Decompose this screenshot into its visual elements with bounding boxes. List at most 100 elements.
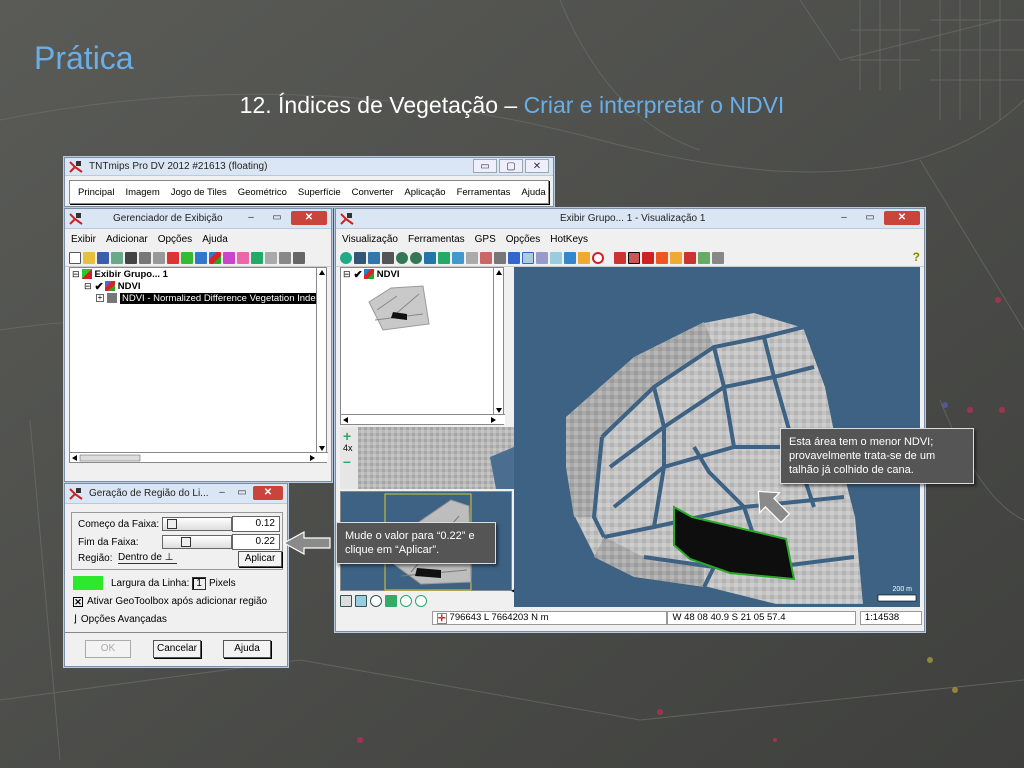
add-rgb-icon[interactable] xyxy=(209,251,221,264)
print-icon[interactable] xyxy=(139,251,151,264)
zoom-box-icon[interactable] xyxy=(424,251,436,264)
magnify-icon[interactable] xyxy=(370,595,382,607)
visible-check-icon[interactable]: ✔ xyxy=(354,268,363,281)
zoom-in-icon[interactable] xyxy=(396,251,408,264)
menu-aplicacao[interactable]: Aplicação xyxy=(404,187,445,198)
close-button[interactable]: ✕ xyxy=(525,159,549,173)
zoom-next-icon[interactable] xyxy=(415,595,427,607)
layer-controls-icon[interactable] xyxy=(111,251,123,264)
edit-icon[interactable] xyxy=(670,251,682,264)
region-select[interactable]: Dentro de ⊥ xyxy=(118,552,178,564)
collapse-icon[interactable]: ⊟ xyxy=(72,269,80,280)
line-color-swatch[interactable] xyxy=(73,576,103,590)
end-range-value[interactable]: 0.22 xyxy=(232,534,280,550)
menu-opcoes[interactable]: Opções xyxy=(158,234,192,245)
collapse-icon[interactable]: ⊟ xyxy=(84,281,92,292)
attribute-icon[interactable] xyxy=(656,251,668,264)
add-cad-icon[interactable] xyxy=(195,251,207,264)
minimize-button[interactable]: – xyxy=(239,211,263,225)
apply-button[interactable]: Aplicar xyxy=(238,551,282,567)
zoom-in-plus-icon[interactable]: + xyxy=(343,428,351,444)
open-folder-icon[interactable] xyxy=(83,251,95,264)
tree-vertical-scrollbar[interactable] xyxy=(316,268,326,452)
help-button[interactable]: Ajuda xyxy=(223,640,271,658)
maximize-button[interactable]: ▭ xyxy=(233,486,251,500)
delete-icon[interactable] xyxy=(125,251,137,264)
add-text-icon[interactable] xyxy=(265,251,277,264)
menu-adicionar[interactable]: Adicionar xyxy=(106,234,148,245)
menu-converter[interactable]: Converter xyxy=(352,187,394,198)
menu-opcoes[interactable]: Opções xyxy=(506,234,540,245)
geotoolbox-checkbox[interactable]: ✕ xyxy=(73,596,83,607)
maximize-button[interactable]: ▢ xyxy=(499,159,523,173)
zoom-to-icon[interactable] xyxy=(382,251,394,264)
zoom-out-icon[interactable] xyxy=(410,251,422,264)
close-button[interactable]: ✕ xyxy=(253,486,283,500)
new-icon[interactable] xyxy=(69,251,81,264)
map-grid-icon[interactable] xyxy=(385,595,397,607)
line-width-input[interactable]: 1 xyxy=(192,576,206,590)
layers-icon[interactable] xyxy=(452,251,464,264)
cancel-button[interactable]: Cancelar xyxy=(153,640,201,658)
stop-icon[interactable] xyxy=(592,251,604,264)
legend-horizontal-scrollbar[interactable] xyxy=(341,414,505,424)
slider-knob[interactable] xyxy=(167,519,177,529)
menu-imagem[interactable]: Imagem xyxy=(125,187,159,198)
maximize-button[interactable]: ▭ xyxy=(265,211,289,225)
menu-jogo-de-tiles[interactable]: Jogo de Tiles xyxy=(171,187,227,198)
menu-gps[interactable]: GPS xyxy=(475,234,496,245)
tree-row-sublayer[interactable]: + NDVI - Normalized Difference Vegetatio… xyxy=(70,292,326,304)
menu-geometrico[interactable]: Geométrico xyxy=(238,187,287,198)
menu-ajuda[interactable]: Ajuda xyxy=(521,187,545,198)
redraw-icon[interactable] xyxy=(340,251,352,264)
legend-vertical-scrollbar[interactable] xyxy=(493,268,503,414)
gps-icon[interactable] xyxy=(508,251,520,264)
add-raster-icon[interactable] xyxy=(167,251,179,264)
add-table-icon[interactable] xyxy=(279,251,291,264)
sketch-icon[interactable] xyxy=(536,251,548,264)
settings-icon[interactable] xyxy=(712,251,724,264)
geotoolbox-icon[interactable] xyxy=(698,251,710,264)
display-manager-titlebar[interactable]: Gerenciador de Exibição – ▭ ✕ xyxy=(65,209,331,229)
start-range-value[interactable]: 0.12 xyxy=(232,516,280,532)
ok-button[interactable]: OK xyxy=(85,640,131,658)
measure-icon[interactable] xyxy=(466,251,478,264)
menu-hotkeys[interactable]: HotKeys xyxy=(550,234,588,245)
close-button[interactable]: ✕ xyxy=(291,211,327,225)
advanced-toggle-icon[interactable]: ⌋ xyxy=(73,614,77,625)
camera-icon[interactable] xyxy=(494,251,506,264)
arrow-right-icon[interactable] xyxy=(578,251,590,264)
select-icon[interactable] xyxy=(480,251,492,264)
zoom-out-minus-icon[interactable]: – xyxy=(343,453,351,469)
add-tin-icon[interactable] xyxy=(223,251,235,264)
help-icon[interactable]: ? xyxy=(913,250,920,264)
draw-icon[interactable] xyxy=(684,251,696,264)
expand-icon[interactable]: + xyxy=(96,294,104,302)
crosshair-icon[interactable]: ✛ xyxy=(437,612,447,624)
menu-ajuda[interactable]: Ajuda xyxy=(202,234,228,245)
menu-principal[interactable]: Principal xyxy=(78,187,114,198)
add-shape-icon[interactable] xyxy=(237,251,249,264)
map-icon[interactable] xyxy=(438,251,450,264)
region-dialog-titlebar[interactable]: Geração de Região do Li... – ▭ ✕ xyxy=(65,484,287,504)
close-button[interactable]: ✕ xyxy=(884,211,920,225)
menu-visualizacao[interactable]: Visualização xyxy=(342,234,398,245)
tree-row-layer[interactable]: ⊟ ✔ NDVI xyxy=(70,280,326,293)
crosshair-icon[interactable] xyxy=(614,251,626,264)
collapse-icon[interactable]: ⊟ xyxy=(343,269,351,280)
view-titlebar[interactable]: Exibir Grupo... 1 - Visualização 1 – ▭ ✕ xyxy=(336,209,924,229)
add-grid-icon[interactable] xyxy=(293,251,305,264)
list-icon[interactable] xyxy=(340,595,352,607)
full-view-icon[interactable] xyxy=(354,251,366,264)
save-icon[interactable] xyxy=(97,251,109,264)
menu-ferramentas[interactable]: Ferramentas xyxy=(457,187,511,198)
pan-icon[interactable] xyxy=(368,251,380,264)
arrow-left-icon[interactable] xyxy=(564,251,576,264)
pointer-icon[interactable] xyxy=(642,251,654,264)
legend-icon[interactable] xyxy=(522,251,534,264)
car-icon[interactable] xyxy=(153,251,165,264)
tree-row-group[interactable]: ⊟ Exibir Grupo... 1 xyxy=(70,268,326,280)
zoom-prev-icon[interactable] xyxy=(400,595,412,607)
minimize-button[interactable]: – xyxy=(832,211,856,225)
minimize-button[interactable]: ▭ xyxy=(473,159,497,173)
